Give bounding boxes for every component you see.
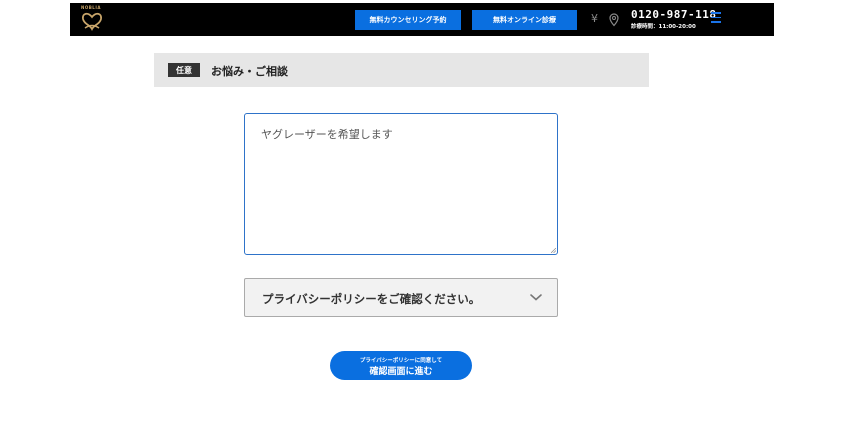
section-title: お悩み・ご相談 — [211, 65, 288, 78]
price-icon[interactable]: ¥ — [591, 12, 598, 25]
chevron-down-icon — [530, 294, 542, 301]
consultation-textarea[interactable]: ヤグレーザーを希望します — [244, 113, 558, 255]
location-pin-icon[interactable] — [609, 12, 619, 31]
phone-number[interactable]: 0120-987-118 — [631, 8, 716, 21]
free-counseling-button[interactable]: 無料カウンセリング予約 — [355, 10, 461, 30]
optional-badge: 任意 — [168, 63, 200, 77]
hamburger-icon[interactable] — [711, 12, 721, 26]
online-consultation-button[interactable]: 無料オンライン診療 — [472, 10, 577, 30]
resize-handle-icon[interactable] — [551, 248, 556, 253]
site-header: NOBLIA 無料カウンセリング予約 無料オンライン診療 ¥ 0120-987-… — [70, 3, 774, 36]
logo-mark-icon — [82, 12, 102, 32]
privacy-policy-dropdown[interactable]: プライバシーポリシーをご確認ください。 — [244, 278, 558, 317]
business-hours: 診療時間：11:00-20:00 — [631, 24, 696, 30]
logo-text: NOBLIA — [81, 5, 101, 10]
section-header: 任意 お悩み・ご相談 — [154, 53, 649, 87]
logo[interactable]: NOBLIA — [80, 5, 106, 35]
privacy-policy-label: プライバシーポリシーをご確認ください。 — [262, 292, 481, 306]
submit-subtext: プライバシーポリシーに同意して — [359, 358, 443, 364]
proceed-to-confirm-button[interactable]: プライバシーポリシーに同意して 確認画面に進む — [330, 351, 472, 380]
submit-label: 確認画面に進む — [369, 367, 433, 377]
